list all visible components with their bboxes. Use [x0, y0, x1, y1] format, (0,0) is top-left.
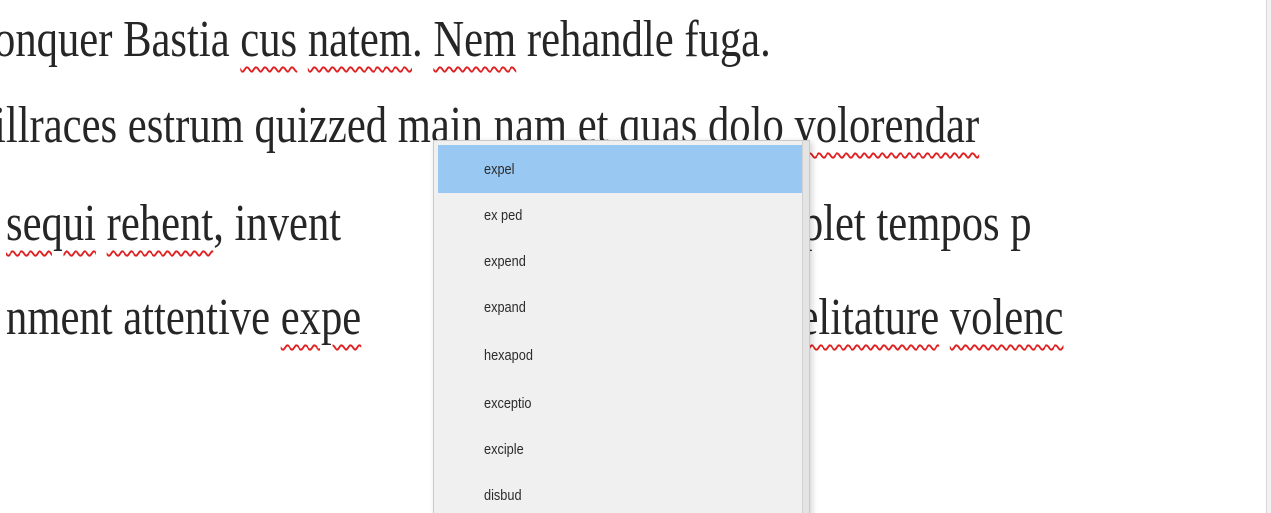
suggestion-label: ex ped	[484, 206, 523, 224]
suggestion-label: expel	[484, 160, 515, 178]
misspelled-word[interactable]: Nem	[433, 11, 516, 68]
suggestion-label: expand	[484, 298, 526, 316]
text-segment: , invent	[213, 195, 342, 252]
misspelled-word[interactable]: volenc	[950, 289, 1064, 346]
suggestion-item[interactable]: disbud	[438, 471, 802, 513]
text-segment: rehandle fuga.	[516, 11, 771, 68]
suggestion-item[interactable]: expel	[438, 145, 802, 193]
misspelled-word[interactable]: expe	[281, 289, 362, 346]
misspelled-word[interactable]: rehent	[107, 195, 214, 252]
misspelled-word[interactable]: cus	[240, 11, 297, 68]
misspelled-word[interactable]: natem	[308, 11, 412, 68]
suggestion-label: disbud	[484, 486, 522, 504]
suggestion-label: hexapod	[484, 346, 533, 364]
text-segment	[939, 289, 950, 346]
suggestion-label: exceptio	[484, 394, 532, 412]
text-segment: nment attentive	[6, 289, 281, 346]
text-segment: onquer Bastia	[0, 11, 241, 68]
window-edge	[1266, 0, 1271, 513]
misspelled-word[interactable]: volorendar	[794, 97, 979, 154]
suggestion-item[interactable]: exciple	[438, 425, 802, 473]
suggestion-item[interactable]: expand	[438, 283, 802, 331]
suggestion-label: exciple	[484, 440, 524, 458]
spelling-suggestions-popup[interactable]: expel ex ped expend expand hexapod excep…	[433, 140, 810, 513]
misspelled-word[interactable]: sequi	[6, 195, 96, 252]
suggestion-item[interactable]: expend	[438, 237, 802, 285]
suggestion-label: expend	[484, 252, 526, 270]
document-page[interactable]: onquer Bastia cus natem. Nem rehandle fu…	[0, 0, 1271, 513]
text-segment	[297, 11, 308, 68]
suggestion-item[interactable]: exceptio	[438, 379, 802, 427]
suggestion-item[interactable]: hexapod	[438, 331, 802, 379]
popup-scrollbar[interactable]	[802, 141, 809, 513]
text-segment	[96, 195, 107, 252]
suggestion-item[interactable]: ex ped	[438, 191, 802, 239]
text-line-1[interactable]: onquer Bastia cus natem. Nem rehandle fu…	[0, 14, 771, 66]
text-segment: .	[412, 11, 434, 68]
